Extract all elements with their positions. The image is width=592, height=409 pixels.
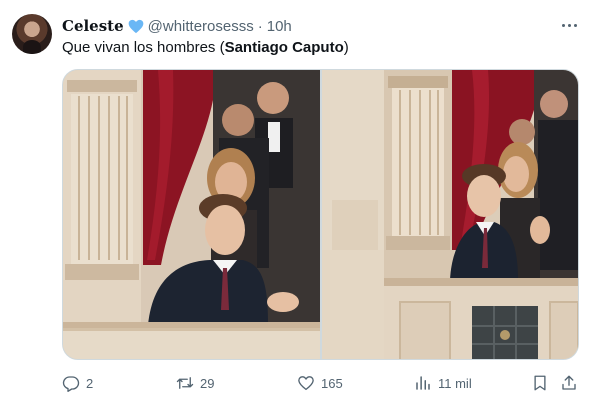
retweet-icon xyxy=(176,377,194,389)
analytics-icon xyxy=(416,376,430,390)
header-separator: · xyxy=(257,17,263,35)
tweet-card[interactable]: Celeste @whitterosesss · 10h Que vivan l… xyxy=(0,0,592,409)
tweet-timestamp[interactable]: 10h xyxy=(267,18,292,35)
retweet-button[interactable]: 29 xyxy=(176,372,214,394)
reply-button[interactable]: 2 xyxy=(62,372,93,394)
blue-heart-icon xyxy=(128,19,143,33)
reply-count: 2 xyxy=(86,375,94,391)
tweet-text-suffix: ) xyxy=(343,39,349,56)
views-button[interactable]: 11 mil xyxy=(414,372,472,394)
photo-balcony-right-image xyxy=(322,70,578,359)
more-dot-icon xyxy=(561,23,565,27)
photo-balcony-right[interactable] xyxy=(322,70,578,359)
more-options-button[interactable] xyxy=(556,14,582,36)
like-button[interactable]: 165 xyxy=(297,372,343,394)
tweet-text-bold: Santiago Caputo xyxy=(224,39,344,56)
media-grid xyxy=(62,69,579,360)
share-button[interactable] xyxy=(560,372,578,394)
retweet-count: 29 xyxy=(200,375,215,391)
photo-balcony-left-image xyxy=(63,70,320,359)
author-avatar[interactable] xyxy=(12,14,52,54)
bookmark-icon xyxy=(534,375,546,391)
tweet-header: Celeste @whitterosesss · 10h xyxy=(62,16,292,36)
like-count: 165 xyxy=(321,375,343,391)
author-display-name[interactable]: Celeste xyxy=(62,17,124,35)
tweet-actions: 2 29 165 11 mil xyxy=(62,372,582,394)
tweet-text-prefix: Que vivan los hombres ( xyxy=(62,39,225,56)
views-count: 11 mil xyxy=(438,375,472,391)
bookmark-button[interactable] xyxy=(531,372,549,394)
photo-balcony-left[interactable] xyxy=(63,70,320,359)
more-dot-icon xyxy=(573,23,577,27)
tweet-text: Que vivan los hombres (Santiago Caputo) xyxy=(62,38,349,58)
share-icon xyxy=(562,375,576,390)
reply-icon xyxy=(62,376,80,392)
heart-icon xyxy=(298,376,314,391)
author-handle[interactable]: @whitterosesss xyxy=(148,18,254,35)
more-dot-icon xyxy=(567,23,571,27)
